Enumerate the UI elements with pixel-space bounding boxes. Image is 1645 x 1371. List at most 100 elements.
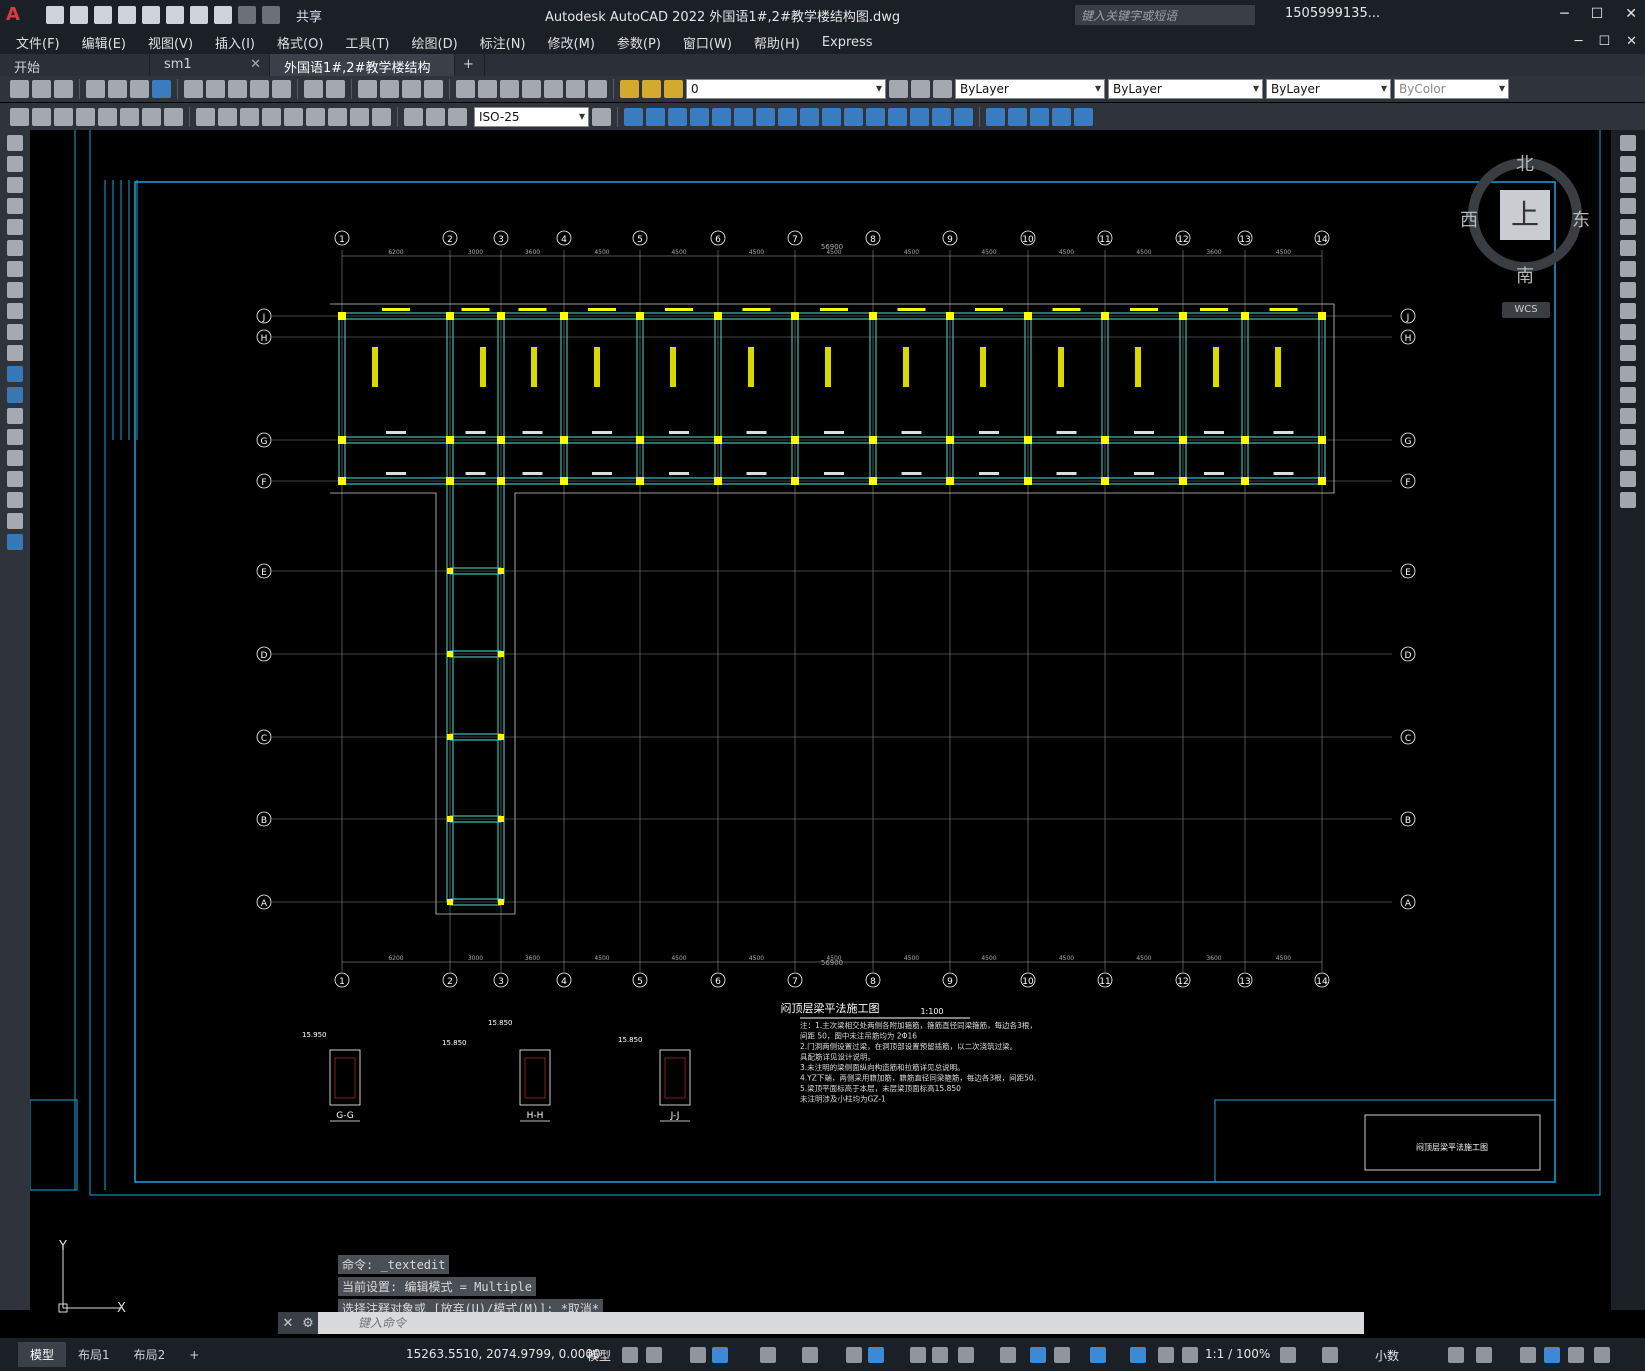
add-layout-button[interactable]: + <box>177 1344 211 1366</box>
minimize-button[interactable]: ─ <box>1560 6 1568 22</box>
quick-dim-icon[interactable] <box>196 107 215 126</box>
save-icon[interactable] <box>54 80 73 98</box>
trim-icon[interactable] <box>822 107 841 126</box>
menu-file[interactable]: 文件(F) <box>16 33 60 52</box>
compass-west[interactable]: 西 <box>1460 206 1478 232</box>
revision-cloud-icon[interactable] <box>7 282 23 298</box>
menu-help[interactable]: 帮助(H) <box>754 33 800 52</box>
erase-icon[interactable] <box>1620 135 1636 151</box>
grid-icon[interactable] <box>622 1347 638 1363</box>
units-select[interactable]: 小数 <box>1375 1347 1399 1364</box>
layer-properties-icon[interactable] <box>889 80 908 98</box>
quick-properties-icon[interactable] <box>1448 1347 1464 1363</box>
group-icon[interactable] <box>1052 107 1071 126</box>
infer-constraints-icon[interactable] <box>690 1347 706 1363</box>
insert-block-icon[interactable] <box>7 366 23 382</box>
viewcube[interactable]: 上 北 南 东 西 <box>1460 150 1590 287</box>
dim-baseline-icon[interactable] <box>218 107 237 126</box>
clean-screen-icon[interactable] <box>1568 1347 1584 1363</box>
annotation-monitor-icon[interactable] <box>1322 1347 1338 1363</box>
copy-icon[interactable] <box>206 80 225 98</box>
polyline-icon[interactable] <box>7 177 23 193</box>
open-icon[interactable] <box>32 80 51 98</box>
lock-ui-icon[interactable] <box>1476 1347 1492 1363</box>
ellipse-arc-icon[interactable] <box>7 345 23 361</box>
layer-select[interactable]: 0 <box>686 79 886 99</box>
array-icon[interactable] <box>712 107 731 126</box>
layer-on-icon[interactable] <box>620 80 639 98</box>
tab-model[interactable]: 模型 <box>18 1342 67 1367</box>
open-icon[interactable] <box>70 6 88 24</box>
object-snap-tracking-icon[interactable] <box>846 1347 862 1363</box>
tab-sm1[interactable]: sm1 ✕ <box>150 54 270 76</box>
stretch-icon[interactable] <box>800 107 819 126</box>
trim-icon[interactable] <box>1620 324 1636 340</box>
dynamic-ucs-icon[interactable] <box>1030 1347 1046 1363</box>
paste-icon[interactable] <box>228 80 247 98</box>
maximize-button[interactable]: ☐ <box>1591 6 1604 22</box>
arc-icon[interactable] <box>7 240 23 256</box>
rectangle-icon[interactable] <box>7 219 23 235</box>
plot-icon[interactable] <box>86 80 105 98</box>
offset-icon[interactable] <box>690 107 709 126</box>
menu-view[interactable]: 视图(V) <box>148 33 193 52</box>
blend-icon[interactable] <box>1620 471 1636 487</box>
menu-parametric[interactable]: 参数(P) <box>617 33 661 52</box>
mirror-icon[interactable] <box>1620 177 1636 193</box>
dim-edit-icon[interactable] <box>404 107 423 126</box>
menu-draw[interactable]: 绘图(D) <box>412 33 458 52</box>
line-icon[interactable] <box>7 135 23 151</box>
match-properties-icon[interactable] <box>250 80 269 98</box>
fillet-icon[interactable] <box>932 107 951 126</box>
cut-icon[interactable] <box>184 80 203 98</box>
snap-icon[interactable] <box>646 1347 662 1363</box>
user-account[interactable]: 1505999135... <box>1285 6 1380 21</box>
zoom-window-icon[interactable] <box>402 80 421 98</box>
selection-cycling-icon[interactable] <box>958 1347 974 1363</box>
compass-north[interactable]: 北 <box>1516 150 1534 176</box>
model-space-toggle[interactable]: 模型 <box>587 1347 611 1364</box>
doc-restore-button[interactable]: ☐ <box>1598 34 1610 49</box>
layer-freeze-icon[interactable] <box>642 80 661 98</box>
extend-icon[interactable] <box>1620 345 1636 361</box>
add-selected-icon[interactable] <box>7 534 23 550</box>
new-tab-button[interactable]: + <box>455 54 485 76</box>
move-icon[interactable] <box>734 107 753 126</box>
viewcube-top-face[interactable]: 上 <box>1500 190 1550 240</box>
dim-text-edit-icon[interactable] <box>426 107 445 126</box>
polar-icon[interactable] <box>760 1347 776 1363</box>
explode-icon[interactable] <box>1620 492 1636 508</box>
make-current-layer-icon[interactable] <box>911 80 930 98</box>
menu-format[interactable]: 格式(O) <box>277 33 323 52</box>
undo-icon[interactable] <box>304 80 323 98</box>
construction-line-icon[interactable] <box>7 156 23 172</box>
menu-express[interactable]: Express <box>822 35 873 50</box>
menu-modify[interactable]: 修改(M) <box>548 33 595 52</box>
mirror-icon[interactable] <box>668 107 687 126</box>
ortho-icon[interactable] <box>712 1347 728 1363</box>
hardware-acceleration-icon[interactable] <box>1544 1347 1560 1363</box>
isolate-objects-icon[interactable] <box>1520 1347 1536 1363</box>
close-command-icon[interactable]: ✕ <box>278 1316 298 1331</box>
linetype-select[interactable]: ByLayer <box>1108 79 1263 99</box>
table-icon[interactable] <box>7 492 23 508</box>
join-icon[interactable] <box>888 107 907 126</box>
tab-start[interactable]: 开始 <box>0 54 150 76</box>
help-search-input[interactable]: 键入关键字或短语 <box>1075 5 1255 25</box>
help-icon[interactable] <box>588 80 607 98</box>
customize-command-icon[interactable]: ⚙ <box>298 1316 318 1331</box>
doc-minimize-button[interactable]: ─ <box>1575 34 1583 49</box>
offset-icon[interactable] <box>1620 198 1636 214</box>
array-icon[interactable] <box>1620 219 1636 235</box>
qat-dropdown-icon[interactable] <box>262 6 280 24</box>
menu-window[interactable]: 窗口(W) <box>683 33 732 52</box>
color-select[interactable]: ByLayer <box>955 79 1105 99</box>
insert-icon[interactable] <box>1008 107 1027 126</box>
dim-arc-icon[interactable] <box>54 107 73 126</box>
markup-icon[interactable] <box>544 80 563 98</box>
sheet-set-icon[interactable] <box>522 80 541 98</box>
annotation-visibility-icon[interactable] <box>1130 1347 1146 1363</box>
plot-preview-icon[interactable] <box>108 80 127 98</box>
transparency-icon[interactable] <box>932 1347 948 1363</box>
compass-east[interactable]: 东 <box>1572 206 1590 232</box>
